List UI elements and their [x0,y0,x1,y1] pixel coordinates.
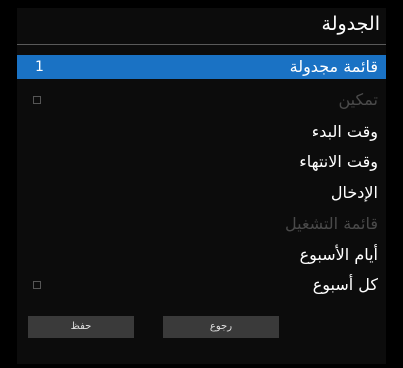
menu-item-every-week[interactable]: كل أسبوع [17,273,386,297]
every-week-checkbox[interactable] [33,281,41,289]
menu-item-end-time[interactable]: وقت الانتهاء [17,150,386,174]
menu-item-label: كل أسبوع [312,275,378,294]
save-button[interactable]: حفظ [28,316,134,338]
menu-item-days-of-week[interactable]: أيام الأسبوع [17,243,386,267]
menu-item-label: قائمة مجدولة [289,57,378,76]
menu-item-input[interactable]: الإدخال [17,181,386,205]
panel-title: الجدولة [321,13,380,35]
menu-item-playlist[interactable]: قائمة التشغيل [17,212,386,236]
menu-item-label: أيام الأسبوع [299,245,378,264]
title-divider [17,44,386,45]
menu-item-label: وقت الانتهاء [299,152,378,171]
menu-item-label: قائمة التشغيل [285,214,378,233]
menu-item-label: الإدخال [330,183,378,202]
menu-item-start-time[interactable]: وقت البدء [17,120,386,144]
menu-item-label: تمكين [338,90,378,109]
menu-item-enable[interactable]: تمكين [17,88,386,112]
back-button[interactable]: رجوع [163,316,279,338]
enable-checkbox[interactable] [33,96,41,104]
menu-item-label: وقت البدء [311,122,378,141]
menu-item-scheduled-list[interactable]: 1 قائمة مجدولة [17,55,386,79]
schedule-panel: الجدولة 1 قائمة مجدولة تمكين وقت البدء و… [17,8,386,364]
scheduled-list-value: 1 [35,59,44,75]
